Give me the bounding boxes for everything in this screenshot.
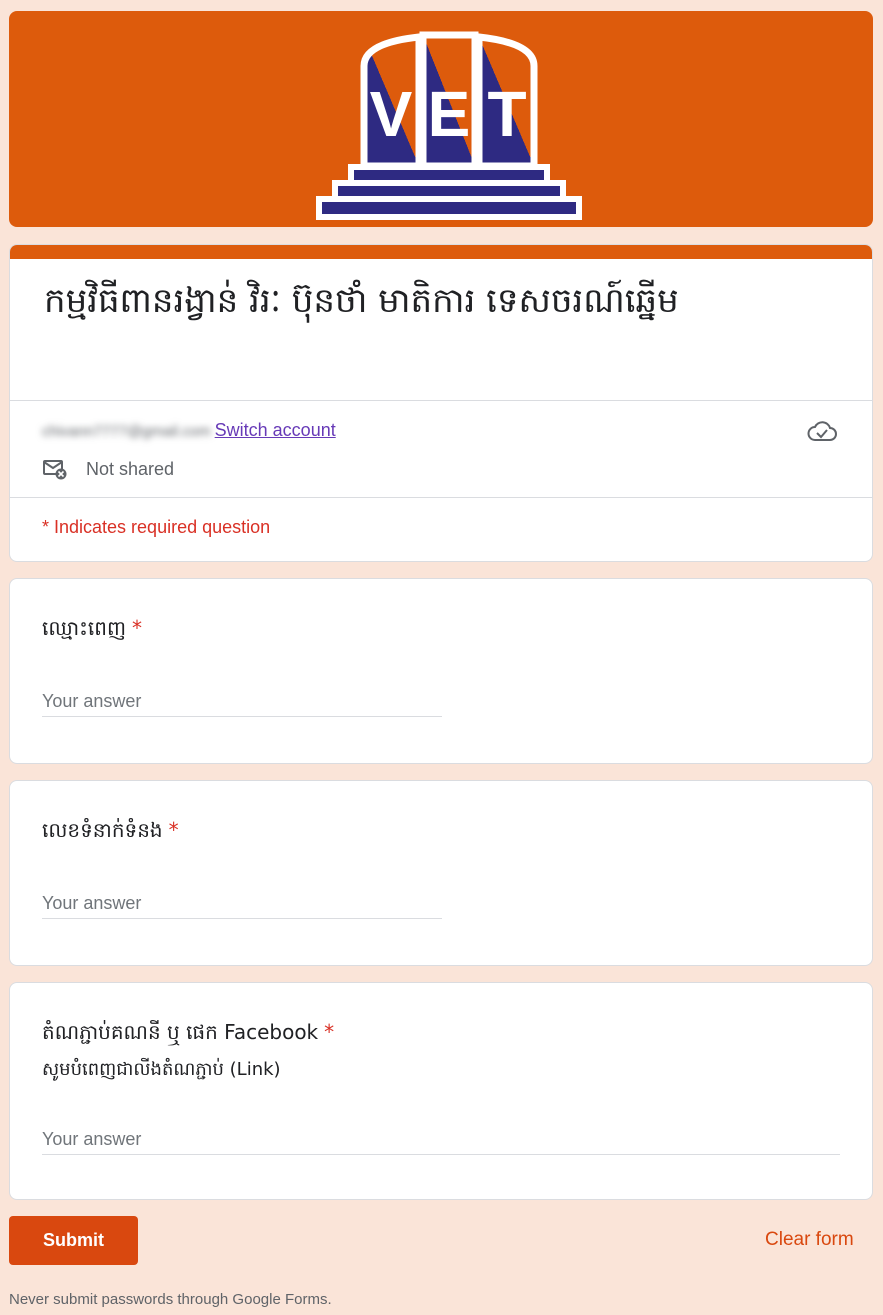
- logo-letter-v: V: [370, 78, 413, 150]
- divider: [10, 497, 872, 498]
- logo-letter-e: E: [428, 78, 471, 150]
- question-label: លេខទំនាក់ទំនង *: [42, 817, 179, 847]
- switch-account-link[interactable]: Switch account: [215, 420, 336, 440]
- question-text: លេខទំនាក់ទំនង: [42, 818, 163, 842]
- sharing-status: Not shared: [42, 457, 174, 481]
- question-card-full-name: ឈ្មោះពេញ *: [9, 578, 873, 764]
- form-title: កម្មវិធីពានរង្វាន់ វិរៈ ប៊ុនថាំ មាតិការ …: [44, 281, 679, 321]
- logo-letter-t: T: [487, 78, 526, 150]
- header-banner: V E T: [9, 11, 873, 227]
- required-star: *: [168, 818, 179, 842]
- phone-input[interactable]: [42, 889, 442, 919]
- question-text: ឈ្មោះពេញ: [42, 616, 126, 640]
- account-row: chivann7777@gmail.com Switch account: [42, 420, 336, 441]
- password-warning: Never submit passwords through Google Fo…: [9, 1291, 332, 1308]
- question-card-facebook: តំណភ្ជាប់គណនី ឬ ផេក Facebook * សូមបំពេញជា…: [9, 982, 873, 1200]
- question-description: សូមបំពេញជាលីងតំណភ្ជាប់ (Link): [42, 1059, 281, 1080]
- required-star: *: [324, 1020, 335, 1044]
- cloud-saved-icon: [807, 421, 837, 441]
- account-email: chivann7777@gmail.com: [42, 423, 211, 440]
- mail-not-shared-icon: [43, 460, 67, 480]
- question-text: តំណភ្ជាប់គណនី ឬ ផេក Facebook: [42, 1020, 319, 1044]
- required-star: *: [131, 616, 142, 640]
- question-card-phone: លេខទំនាក់ទំនង *: [9, 780, 873, 966]
- not-shared-label: Not shared: [86, 458, 175, 479]
- vet-logo: V E T: [316, 31, 582, 220]
- form-header-card: កម្មវិធីពានរង្វាន់ វិរៈ ប៊ុនថាំ មាតិការ …: [9, 244, 873, 562]
- accent-bar: [10, 245, 872, 259]
- submit-button[interactable]: Submit: [9, 1216, 138, 1265]
- facebook-link-input[interactable]: [42, 1125, 840, 1155]
- required-note: * Indicates required question: [42, 517, 271, 537]
- divider: [10, 400, 872, 401]
- question-label: តំណភ្ជាប់គណនី ឬ ផេក Facebook *: [42, 1019, 334, 1049]
- question-label: ឈ្មោះពេញ *: [42, 615, 142, 645]
- clear-form-button[interactable]: Clear form: [765, 1229, 854, 1251]
- full-name-input[interactable]: [42, 687, 442, 717]
